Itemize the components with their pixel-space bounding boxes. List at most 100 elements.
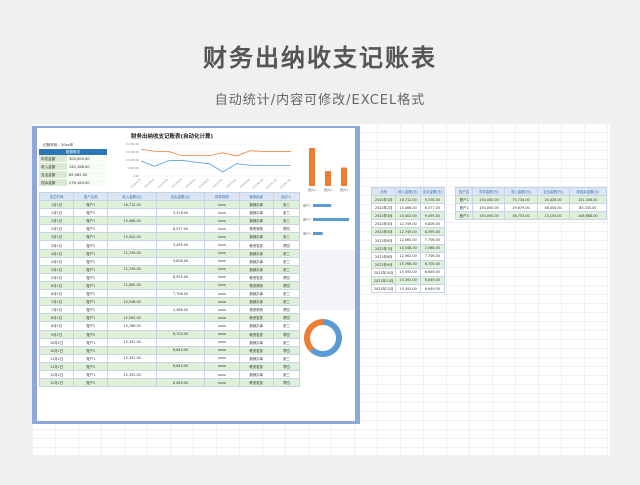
table-cell[interactable]: 李四 [272,240,301,250]
table-cell[interactable]: 张三 [272,264,301,274]
table-cell[interactable]: xxxx [204,337,240,347]
table-cell[interactable]: 7,706.00 [419,251,446,261]
table-cell[interactable] [155,353,206,363]
table-cell[interactable]: xxxx [204,216,240,226]
table-cell[interactable]: 账户1 [73,199,109,210]
table-cell[interactable]: 2022年10月 [370,267,397,277]
table-cell[interactable]: 84,333.00 [568,203,608,213]
table-cell[interactable]: 7,706.00 [419,235,446,245]
table-cell[interactable]: 12,749.00 [107,248,157,258]
table-cell[interactable]: 15,392.00 [107,337,157,347]
table-cell[interactable]: 3月1日 [38,240,75,250]
table-cell[interactable]: 36,753.00 [504,211,538,221]
table-cell[interactable]: xxxx [204,369,240,380]
table-cell[interactable]: 2022年8月 [370,251,397,261]
table-cell[interactable]: 48,450.00 [536,203,570,213]
table-cell[interactable]: 账户2 [73,305,109,315]
table-cell[interactable]: xxxx [204,280,240,291]
table-cell[interactable]: 9,806.00 [419,219,446,229]
table-cell[interactable]: 张三 [272,321,301,331]
table-cell[interactable]: 4月1日 [38,248,75,258]
table-cell[interactable]: 108,688.00 [568,211,608,221]
table-cell[interactable]: 6,700.00 [419,259,446,269]
table-cell[interactable]: 张三 [272,369,301,380]
table-cell[interactable]: 12,749.00 [395,219,421,229]
table-cell[interactable]: 账户2 [73,272,109,282]
table-cell[interactable]: 10月1日 [38,345,75,355]
table-cell[interactable]: xxxx [204,345,240,355]
table-cell[interactable]: 13,104.00 [536,211,570,221]
table-cell[interactable]: 15,392.00 [107,369,157,380]
table-cell[interactable]: 14,548.00 [395,243,421,253]
table-cell[interactable] [155,280,206,291]
table-cell[interactable]: 账户2 [73,345,109,355]
table-cell[interactable]: 账户1 [73,337,109,347]
table-cell[interactable]: xxxx [204,305,240,315]
table-cell[interactable]: 李四 [272,272,301,282]
table-cell[interactable]: 物资采购 [238,280,274,291]
table-cell[interactable]: xxxx [204,199,240,210]
table-cell[interactable]: 5月1日 [38,272,75,282]
table-cell[interactable]: 账户2 [454,203,474,213]
table-cell[interactable]: 2月1日 [38,224,75,234]
table-cell[interactable]: 2022年11月 [370,275,397,286]
table-cell[interactable]: 李四 [272,329,301,339]
table-cell[interactable]: 李四 [272,305,301,315]
table-cell[interactable]: 李四 [272,378,301,388]
summary-value[interactable]: 276,184.00 [67,179,107,186]
table-cell[interactable]: 账户2 [73,329,109,339]
table-cell[interactable]: 12月1日 [38,378,75,388]
table-cell[interactable]: 7月1日 [38,297,75,307]
table-cell[interactable]: 薪资发放 [238,345,274,355]
table-cell[interactable]: xxxx [204,264,240,274]
table-cell[interactable]: 张三 [272,248,301,258]
table-cell[interactable]: 账户2 [73,208,109,218]
table-cell[interactable]: 报销办事 [238,264,274,274]
table-cell[interactable]: 李四 [272,313,301,323]
table-cell[interactable]: 账户1 [73,353,109,363]
table-cell[interactable] [107,305,157,315]
table-cell[interactable] [107,378,157,388]
table-cell[interactable]: 张三 [272,232,301,242]
table-cell[interactable]: 6,649.00 [155,378,206,388]
table-cell[interactable]: 5月1日 [38,264,75,274]
table-cell[interactable]: 12,660.00 [107,280,157,291]
table-cell[interactable]: 薪资发放 [238,313,274,323]
table-cell[interactable]: 15,466.00 [107,216,157,226]
table-cell[interactable]: 2月1日 [38,216,75,226]
table-cell[interactable]: xxxx [204,329,240,339]
table-cell[interactable]: 12,562.00 [395,251,421,261]
table-cell[interactable]: 张三 [272,216,301,226]
table-cell[interactable]: 李四 [272,361,301,371]
table-cell[interactable]: 10月1日 [38,337,75,347]
table-cell[interactable]: 2,566.00 [419,243,446,253]
table-cell[interactable]: 12,562.00 [107,313,157,323]
table-cell[interactable]: 报销办事 [238,369,274,380]
table-cell[interactable]: 账户1 [73,264,109,274]
table-cell[interactable]: 薪资发放 [238,329,274,339]
table-cell[interactable]: 8月1日 [38,313,75,323]
table-cell[interactable]: 9,378.00 [155,208,206,218]
table-cell[interactable] [155,369,206,380]
table-cell[interactable]: 6,077.00 [419,203,446,213]
table-cell[interactable]: 物资采购 [238,305,274,315]
table-cell[interactable] [107,272,157,282]
table-cell[interactable]: 150,000.00 [472,203,506,213]
table-cell[interactable]: 李四 [272,280,301,291]
table-cell[interactable]: 账户2 [73,378,109,388]
table-cell[interactable]: 报销办事 [238,199,274,210]
table-cell[interactable]: 账户2 [73,289,109,299]
table-cell[interactable]: 150,000.00 [472,211,506,221]
table-cell[interactable]: xxxx [204,240,240,250]
table-cell[interactable]: 3月1日 [38,232,75,242]
table-cell[interactable]: 账户2 [73,256,109,266]
table-cell[interactable]: 11月1日 [38,353,75,363]
table-cell[interactable]: 报销办事 [238,248,274,258]
table-cell[interactable]: 15,766.00 [107,321,157,331]
table-cell[interactable] [155,297,206,307]
table-cell[interactable]: 账户1 [73,369,109,380]
table-cell[interactable] [155,199,206,210]
table-cell[interactable] [155,321,206,331]
table-cell[interactable]: 6,700.00 [155,329,206,339]
table-cell[interactable]: 2022年4月 [370,219,397,229]
